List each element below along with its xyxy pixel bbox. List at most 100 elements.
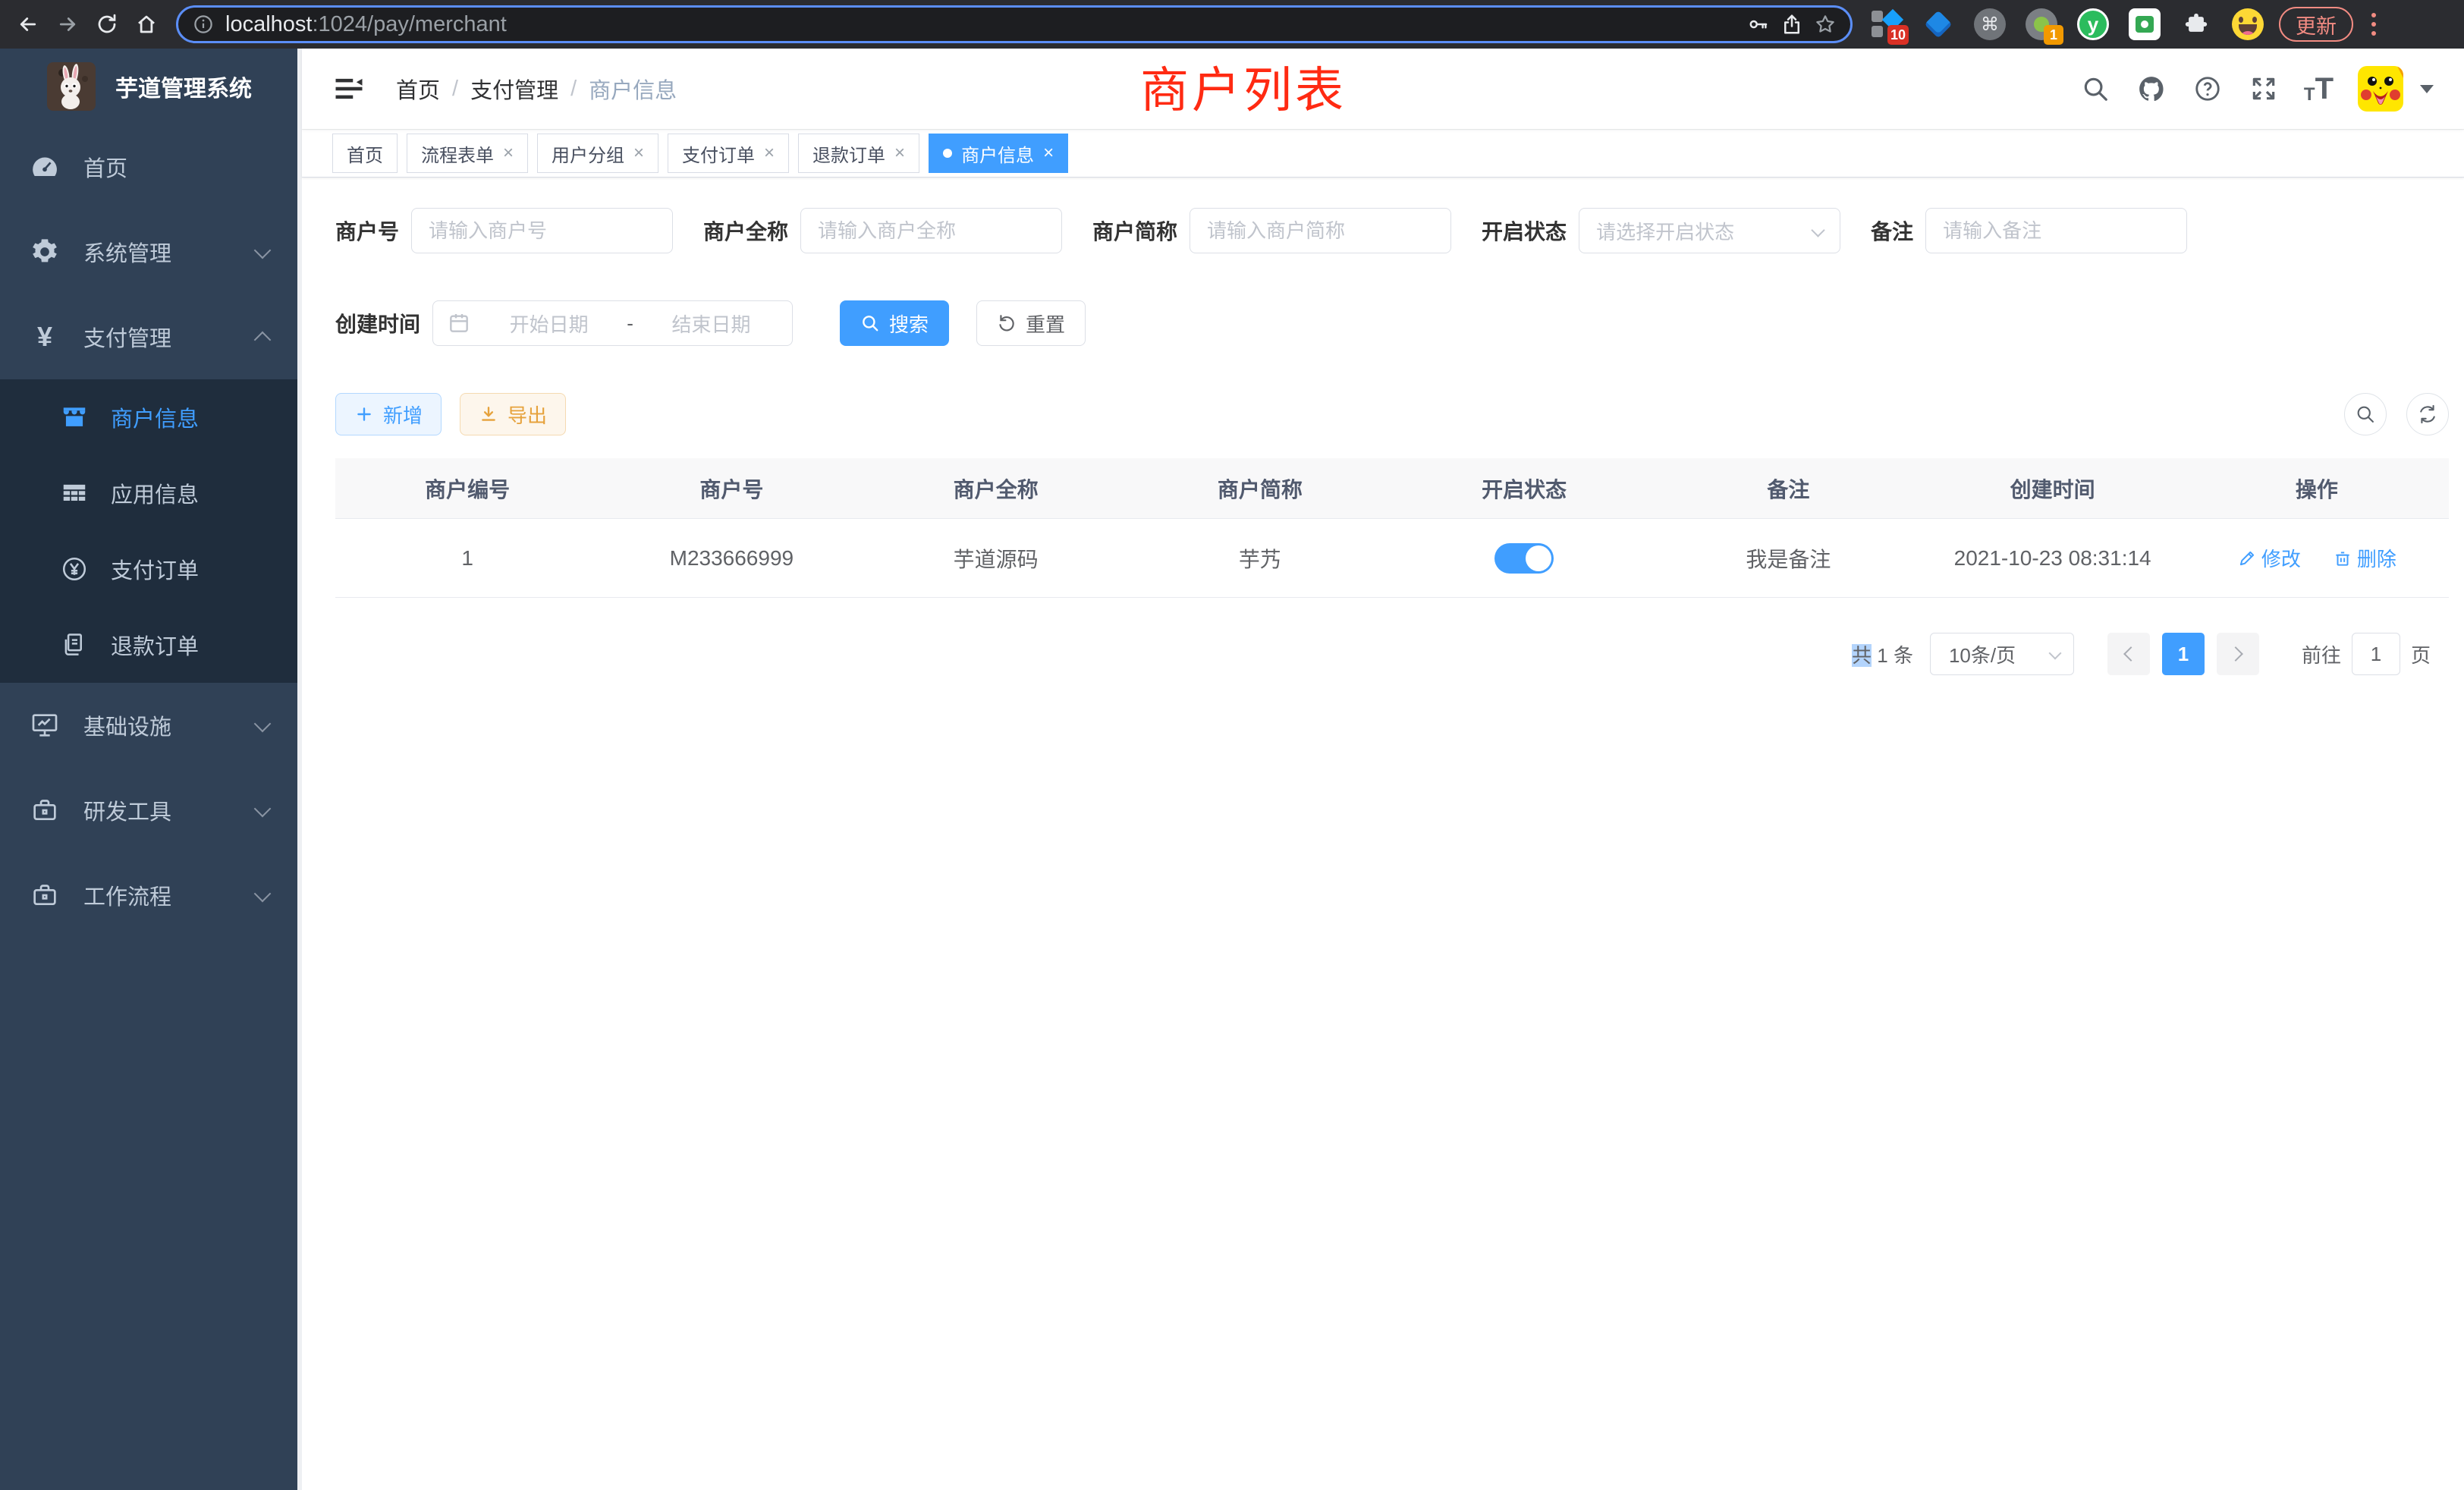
fullscreen-button[interactable] [2248,73,2280,105]
github-link[interactable] [2136,73,2167,105]
delete-label: 删除 [2357,544,2396,572]
green-board-icon [2129,8,2161,40]
extension-gem[interactable] [1922,8,1954,40]
user-avatar[interactable] [2358,66,2403,112]
add-button[interactable]: 新增 [335,393,442,435]
sidebar-logo[interactable]: 芋道管理系统 [0,49,297,124]
short-name-input[interactable] [1190,208,1451,253]
breadcrumb: 首页 / 支付管理 / 商户信息 [396,73,677,105]
delete-link[interactable]: 删除 [2333,544,2396,572]
reset-button[interactable]: 重置 [976,300,1086,346]
font-size-button[interactable]: TT [2304,74,2334,104]
bookmark-star-icon[interactable] [1814,13,1837,36]
sidebar-item-workflow[interactable]: 工作流程 [0,853,297,938]
status-toggle-on[interactable] [1494,543,1554,574]
sidebar-item-dev-tools[interactable]: 研发工具 [0,768,297,853]
col-create-time: 创建时间 [1921,473,2185,504]
field-label: 商户号 [335,215,399,246]
gem-icon [1925,11,1953,39]
sidebar-item-label: 工作流程 [83,879,171,911]
tab-user-group[interactable]: 用户分组 × [537,134,658,173]
field-label: 创建时间 [335,308,420,338]
sidebar-item-merchant-info[interactable]: 商户信息 [0,379,297,455]
forward-button[interactable] [50,7,85,42]
extension-badge: 10 [1887,25,1909,45]
remark-input[interactable] [1925,208,2187,253]
home-icon [135,13,158,36]
tab-flow-form[interactable]: 流程表单 × [407,134,528,173]
sidebar-item-system[interactable]: 系统管理 [0,209,297,294]
tab-merchant-info[interactable]: 商户信息 × [929,134,1068,173]
close-icon[interactable]: × [764,144,775,162]
browser-toolbar: localhost:1024/pay/merchant 10 ⌘ 1 y [0,0,2464,49]
sidebar-item-app-info[interactable]: 应用信息 [0,455,297,531]
browser-menu-button[interactable] [2370,13,2378,36]
home-button[interactable] [129,7,164,42]
sidebar-item-pay-order[interactable]: 支付订单 [0,531,297,607]
filter-merchant-no: 商户号 [335,208,673,253]
close-icon[interactable]: × [503,144,514,162]
share-icon[interactable] [1780,13,1803,36]
avatar-caret-icon[interactable] [2420,85,2434,93]
page-size-select[interactable]: 10条/页 [1930,633,2074,675]
edit-pencil-icon [2237,549,2257,568]
sidebar-item-pay[interactable]: ¥ 支付管理 [0,294,297,379]
extension-yuque[interactable]: y [2077,8,2109,40]
search-button[interactable]: 搜索 [840,300,949,346]
extension-tampermonkey[interactable]: 10 [1871,8,1903,40]
extensions-puzzle-button[interactable] [2180,8,2212,40]
help-button[interactable] [2192,73,2224,105]
refresh-table-button[interactable] [2406,393,2449,435]
app-title: 芋道管理系统 [115,70,252,103]
close-icon[interactable]: × [894,144,905,162]
chrome-update-button[interactable]: 更新 [2279,7,2353,42]
sidebar-item-label: 系统管理 [83,236,171,268]
extension-command[interactable]: ⌘ [1974,8,2006,40]
back-button[interactable] [11,7,46,42]
tab-pay-order[interactable]: 支付订单 × [668,134,789,173]
sidebar-item-home[interactable]: 首页 [0,124,297,209]
sidebar-item-infra[interactable]: 基础设施 [0,683,297,768]
edit-link[interactable]: 修改 [2237,544,2301,572]
extension-recorder[interactable]: 1 [2026,8,2057,40]
active-dot-icon [943,149,952,158]
close-icon[interactable]: × [633,144,644,162]
toggle-search-button[interactable] [2344,393,2387,435]
cell-merchant-id: 1 [335,546,599,571]
prev-page-button[interactable] [2107,633,2150,675]
export-button[interactable]: 导出 [460,393,566,435]
red-annotation-text: 商户列表 [1140,52,1347,121]
yen-circle-icon [58,552,91,586]
status-select[interactable]: 请选择开启状态 [1579,208,1840,253]
goto-page-input[interactable] [2352,633,2400,675]
breadcrumb-pay[interactable]: 支付管理 [470,73,558,105]
chevron-down-icon [2048,647,2061,660]
address-bar[interactable]: localhost:1024/pay/merchant [176,5,1853,43]
end-date-placeholder[interactable]: 结束日期 [644,310,778,338]
total-rest: 1 条 [1872,644,1913,667]
export-label: 导出 [508,401,547,429]
tab-home[interactable]: 首页 [332,134,398,173]
pikachu-avatar-image [2358,66,2403,112]
breadcrumb-home[interactable]: 首页 [396,73,440,105]
merchant-no-input[interactable] [411,208,673,253]
start-date-placeholder[interactable]: 开始日期 [482,310,616,338]
password-key-icon[interactable] [1747,13,1770,36]
tab-refund-order[interactable]: 退款订单 × [798,134,919,173]
next-page-button[interactable] [2217,633,2259,675]
forward-icon [56,13,79,36]
header-search-button[interactable] [2079,73,2111,105]
extension-green-board[interactable] [2129,8,2161,40]
full-name-input[interactable] [800,208,1062,253]
date-range-picker[interactable]: 开始日期 - 结束日期 [432,300,793,346]
browser-profile-avatar[interactable] [2232,8,2264,40]
chevron-down-icon [254,800,272,818]
col-merchant-id: 商户编号 [335,473,599,504]
close-icon[interactable]: × [1043,144,1054,162]
page-number-1[interactable]: 1 [2162,633,2205,675]
reload-button[interactable] [90,7,124,42]
main-area: 首页 / 支付管理 / 商户信息 商户列表 [297,49,2464,1490]
refresh-icon [997,313,1017,333]
sidebar-toggle-button[interactable] [332,72,366,105]
sidebar-item-refund-order[interactable]: 退款订单 [0,607,297,683]
